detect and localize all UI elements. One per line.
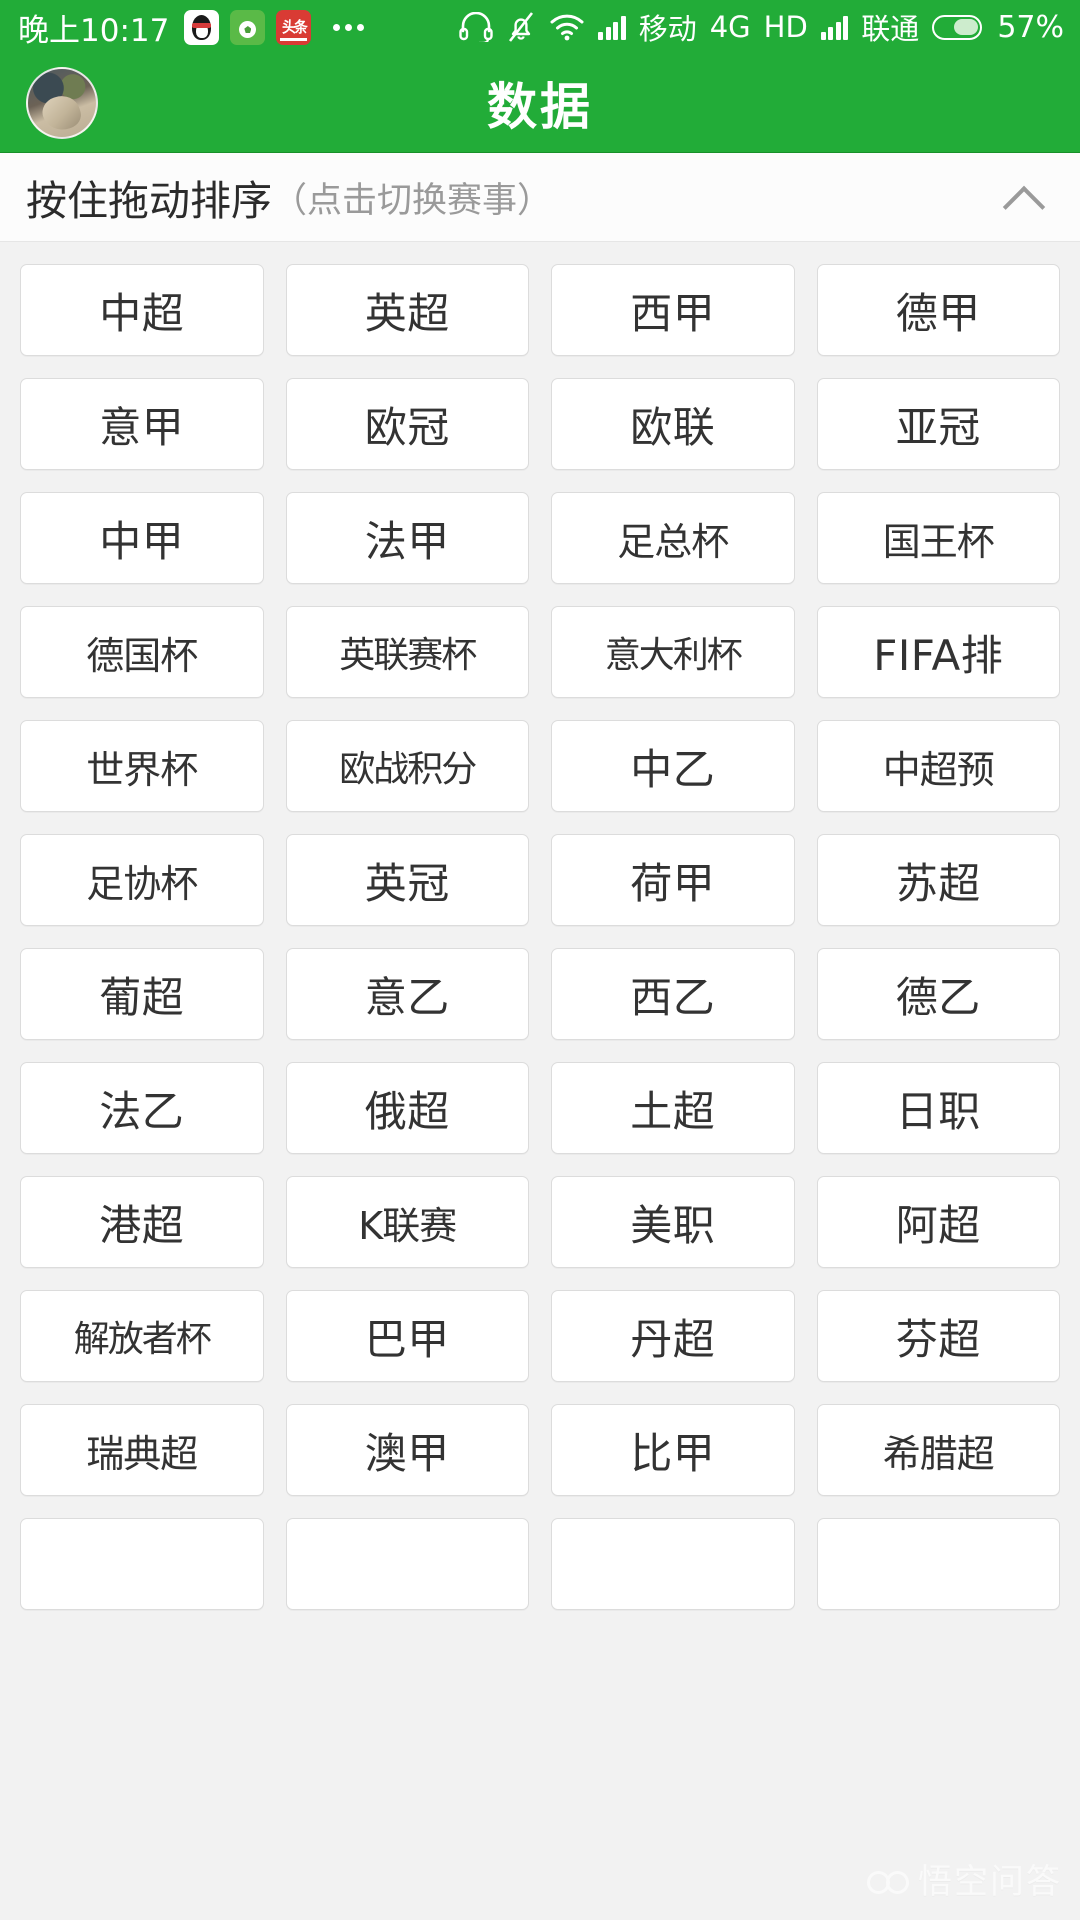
league-tile[interactable]: 足协杯 [20, 834, 264, 926]
league-tile[interactable]: 德甲 [816, 264, 1060, 356]
signal-bars-icon [598, 15, 626, 40]
league-tile[interactable]: 比甲 [551, 1404, 795, 1496]
league-tile[interactable]: 港超 [20, 1176, 264, 1268]
league-tile[interactable]: FIFA排 [816, 606, 1060, 698]
league-tile[interactable]: 意甲 [20, 378, 264, 470]
chevron-up-icon[interactable] [1002, 175, 1046, 219]
league-tile[interactable]: 欧冠 [285, 378, 529, 470]
league-tile[interactable]: 中甲 [20, 492, 264, 584]
league-tile[interactable]: 西乙 [551, 948, 795, 1040]
status-bar: 晚上10:17 头条 移动 4G HD 联通 57% [0, 0, 1080, 54]
league-tile[interactable]: 法乙 [20, 1062, 264, 1154]
watermark-label: 悟空问答 [918, 1862, 1062, 1902]
league-tile[interactable]: 芬超 [816, 1290, 1060, 1382]
league-tile[interactable]: 中超预 [816, 720, 1060, 812]
hd-voice-label: HD [763, 10, 808, 44]
avatar[interactable] [26, 67, 98, 139]
league-tile[interactable]: 丹超 [551, 1290, 795, 1382]
league-tile[interactable]: 瑞典超 [20, 1404, 264, 1496]
league-tile[interactable]: 法甲 [285, 492, 529, 584]
qq-icon [184, 9, 220, 45]
league-tile[interactable]: 解放者杯 [20, 1290, 264, 1382]
sort-instruction-main-label: 按住拖动排序 [26, 177, 272, 225]
soccer-app-icon [230, 9, 266, 45]
carrier-name-primary: 移动 [638, 12, 697, 46]
league-tile[interactable]: 英联赛杯 [285, 606, 529, 698]
league-tile[interactable]: 巴甲 [285, 1290, 529, 1382]
league-tile[interactable]: 中乙 [551, 720, 795, 812]
league-tile[interactable]: 英超 [285, 264, 529, 356]
league-tile[interactable]: 苏超 [816, 834, 1060, 926]
league-tile[interactable]: 荷甲 [551, 834, 795, 926]
headset-icon [459, 12, 493, 42]
league-tile[interactable]: 葡超 [20, 948, 264, 1040]
sort-instruction-bar[interactable]: 按住拖动排序 （点击切换赛事） [0, 153, 1080, 242]
more-dots-icon [333, 23, 365, 31]
league-tile[interactable]: 中超 [20, 264, 264, 356]
watermark: 悟空问答 [867, 1854, 1062, 1903]
wifi-icon [549, 13, 585, 41]
league-tile[interactable]: 阿超 [816, 1176, 1060, 1268]
league-tile[interactable]: 欧战积分 [285, 720, 529, 812]
status-bar-notification-icons: 头条 [184, 9, 365, 45]
league-tile[interactable]: 英冠 [285, 834, 529, 926]
league-tile[interactable]: K联赛 [285, 1176, 529, 1268]
league-tile[interactable]: 俄超 [285, 1062, 529, 1154]
league-tile[interactable]: 意乙 [285, 948, 529, 1040]
league-tile[interactable]: 澳甲 [285, 1404, 529, 1496]
status-bar-time: 晚上10:17 [18, 12, 170, 49]
league-tile[interactable]: 美职 [551, 1176, 795, 1268]
league-tile[interactable]: 德国杯 [20, 606, 264, 698]
signal-bars-secondary-icon [820, 15, 849, 40]
battery-percent-label: 57% [997, 9, 1064, 45]
league-tile[interactable]: 德乙 [816, 948, 1060, 1040]
league-tile[interactable]: 欧联 [551, 378, 795, 470]
league-tile[interactable] [20, 1518, 264, 1610]
battery-icon [932, 14, 983, 40]
league-tile[interactable]: 国王杯 [816, 492, 1060, 584]
league-tile[interactable]: 世界杯 [20, 720, 264, 812]
app-header: 数据 [0, 54, 1080, 153]
league-tile[interactable] [816, 1518, 1060, 1610]
league-tile[interactable]: 日职 [816, 1062, 1060, 1154]
network-type-label: 4G [709, 10, 751, 44]
league-tile[interactable]: 意大利杯 [551, 606, 795, 698]
league-tile[interactable] [551, 1518, 795, 1610]
league-tile[interactable]: 西甲 [551, 264, 795, 356]
carrier-name-secondary: 联通 [861, 12, 920, 46]
bell-muted-icon [506, 11, 536, 43]
league-tile[interactable]: 土超 [551, 1062, 795, 1154]
toutiao-icon: 头条 [276, 9, 312, 45]
league-tile[interactable]: 亚冠 [816, 378, 1060, 470]
league-grid-container: 中超 英超 西甲 德甲意甲 欧冠 欧联 亚冠中甲 法甲 足总杯 国王杯德国杯 英联赛杯 意大利杯 FIF… [0, 242, 1080, 1919]
league-tile[interactable]: 足总杯 [551, 492, 795, 584]
status-bar-right-group: 移动 4G HD 联通 57% [459, 6, 1064, 48]
wukong-logo-icon [867, 1865, 909, 1894]
league-tile[interactable] [285, 1518, 529, 1610]
league-tile[interactable]: 希腊超 [816, 1404, 1060, 1496]
page-title: 数据 [487, 78, 593, 136]
league-grid: 中超 英超 西甲 德甲意甲 欧冠 欧联 亚冠中甲 法甲 足总杯 国王杯德国杯 英联赛杯 意大利杯 FIF… [20, 264, 1060, 1610]
sort-instruction-sub-label: （点击切换赛事） [272, 180, 553, 221]
